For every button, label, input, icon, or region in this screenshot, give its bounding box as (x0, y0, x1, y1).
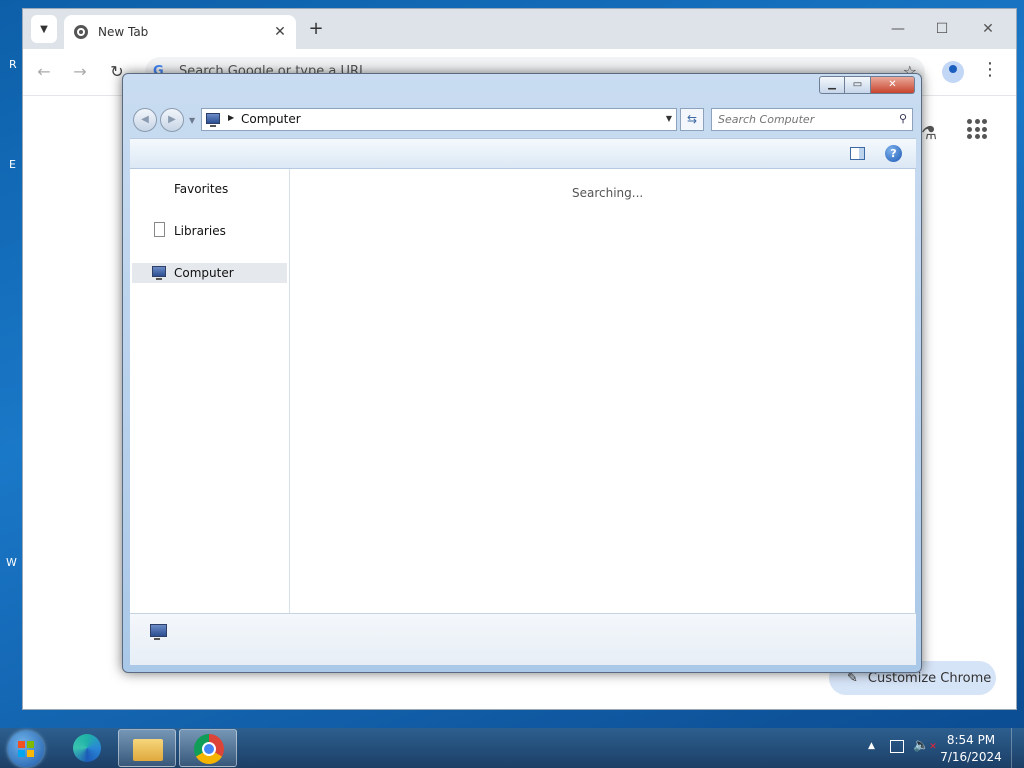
refresh-button[interactable]: ⇆ (680, 108, 704, 131)
breadcrumb-arrow-icon[interactable]: ▶ (228, 113, 234, 122)
details-pane (130, 613, 916, 665)
desktop-icon-label-fragment: E (9, 158, 16, 171)
new-tab-button[interactable]: + (305, 17, 327, 41)
labs-flask-icon[interactable]: ⚗ (921, 123, 937, 144)
computer-icon (152, 266, 166, 280)
system-clock[interactable]: 8:54 PM 7/16/2024 (940, 732, 1002, 766)
preview-pane-icon[interactable] (850, 147, 865, 160)
start-button[interactable] (8, 731, 44, 767)
windows-logo-icon (18, 741, 34, 757)
explorer-window: ▁ ▭ ✕ ◀ ▶ ▼ ▶ Computer ▼ ⇆ ⚲ ? Favorites… (122, 73, 922, 673)
chevron-down-icon: ▼ (40, 23, 48, 35)
explorer-back-button[interactable]: ◀ (133, 108, 157, 132)
chrome-favicon-icon (74, 25, 88, 39)
searching-status: Searching... (572, 186, 644, 200)
minimize-button[interactable]: — (883, 17, 913, 41)
forward-button[interactable]: → (69, 61, 91, 83)
taskbar: ▲ 🔈✕ 8:54 PM 7/16/2024 (0, 728, 1024, 768)
show-desktop-button[interactable] (1011, 728, 1024, 768)
search-icon[interactable]: ⚲ (899, 112, 907, 125)
nav-item-favorites[interactable]: Favorites (132, 179, 287, 199)
taskbar-edge-button[interactable] (58, 729, 116, 767)
chrome-icon (194, 734, 224, 764)
address-breadcrumb[interactable]: Computer (241, 112, 301, 126)
explorer-forward-button[interactable]: ▶ (160, 108, 184, 132)
address-dropdown-icon[interactable]: ▼ (666, 114, 672, 123)
taskbar-explorer-button[interactable] (118, 729, 176, 767)
nav-item-libraries[interactable]: Libraries (132, 221, 287, 241)
profile-avatar-icon[interactable] (942, 61, 964, 83)
content-pane[interactable]: Searching... (290, 169, 915, 613)
show-hidden-icons-button[interactable]: ▲ (868, 741, 875, 751)
search-box: ⚲ (711, 108, 913, 131)
close-button[interactable]: ✕ (973, 17, 1003, 41)
edge-icon (73, 734, 101, 762)
address-bar[interactable]: ▶ Computer ▼ (201, 108, 677, 131)
computer-network-icon (150, 624, 167, 640)
network-icon[interactable] (890, 740, 904, 753)
explorer-caption-buttons: ▁ ▭ ✕ (819, 76, 915, 94)
clock-time: 8:54 PM (946, 733, 996, 747)
tab-search-button[interactable]: ▼ (31, 15, 57, 43)
desktop-icon-label-fragment: R (9, 58, 17, 71)
tab-title: New Tab (98, 25, 149, 39)
recent-pages-dropdown-icon[interactable]: ▼ (189, 116, 195, 125)
explorer-maximize-button[interactable]: ▭ (845, 76, 871, 94)
kebab-menu-icon[interactable]: ⋮ (981, 59, 999, 80)
explorer-minimize-button[interactable]: ▁ (819, 76, 845, 94)
nav-item-computer[interactable]: Computer (132, 263, 287, 283)
explorer-close-button[interactable]: ✕ (871, 76, 915, 94)
computer-icon (206, 113, 220, 127)
nav-item-label: Favorites (174, 182, 229, 196)
clock-date: 7/16/2024 (940, 750, 1002, 764)
nav-item-label: Computer (174, 266, 234, 280)
chrome-tab-bar: ▼ New Tab ✕ + — ☐ ✕ (23, 9, 1016, 49)
maximize-button[interactable]: ☐ (927, 17, 957, 41)
nav-item-label: Libraries (174, 224, 226, 238)
navigation-pane: Favorites Libraries Computer (130, 169, 290, 613)
desktop-icon-label-fragment: W (6, 556, 17, 569)
google-apps-icon[interactable] (967, 119, 987, 139)
tab-close-icon[interactable]: ✕ (270, 24, 290, 40)
command-bar: ? (130, 138, 916, 169)
taskbar-chrome-button[interactable] (179, 729, 237, 767)
file-explorer-icon (133, 739, 163, 761)
help-icon[interactable]: ? (885, 145, 902, 162)
volume-muted-icon[interactable]: 🔈✕ (913, 738, 937, 753)
search-input[interactable] (718, 111, 888, 128)
back-button[interactable]: ← (33, 61, 55, 83)
tab-new-tab[interactable]: New Tab ✕ (64, 15, 296, 49)
libraries-icon (154, 222, 165, 237)
